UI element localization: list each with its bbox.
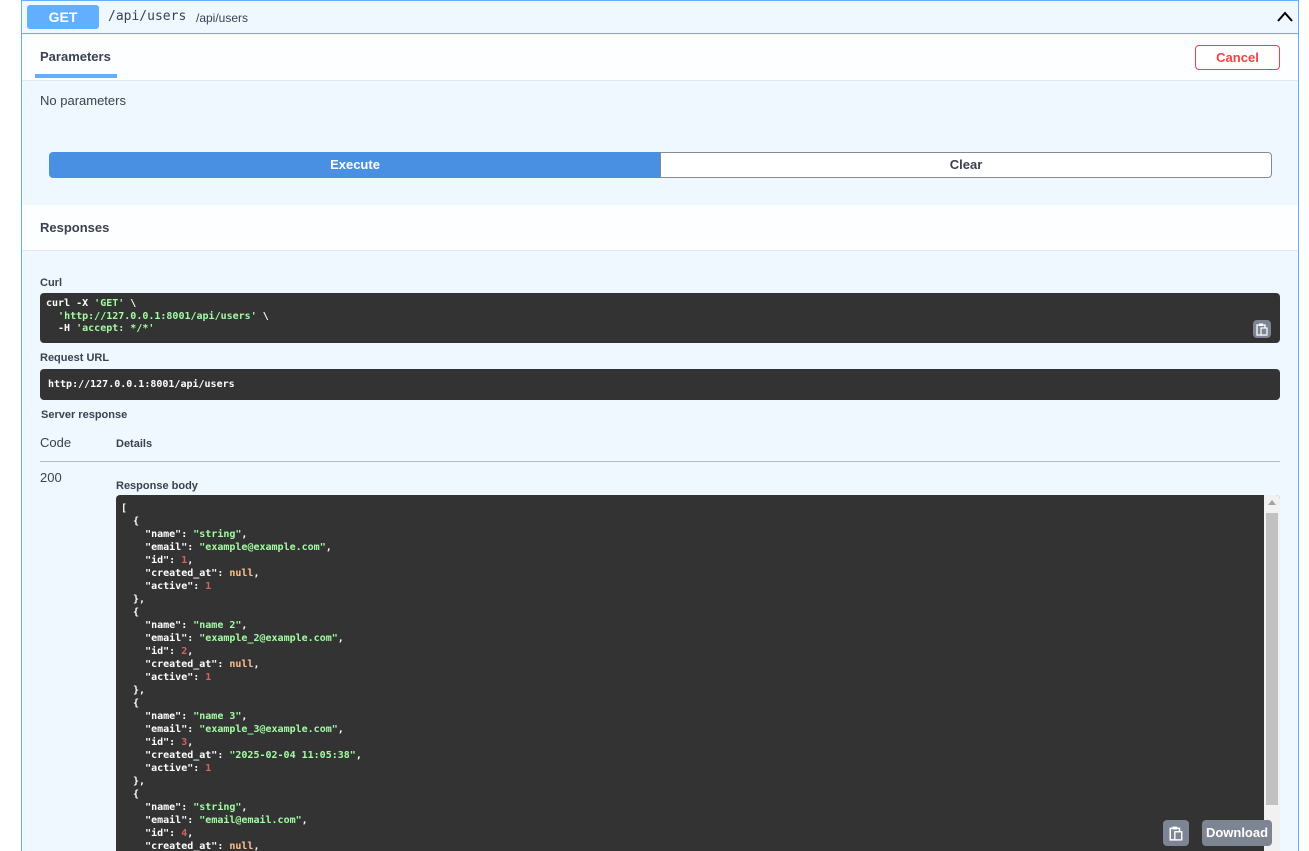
operation-description: /api/users xyxy=(196,11,249,25)
curl-header: 'accept: */*' xyxy=(76,323,155,334)
execute-button[interactable]: Execute xyxy=(49,152,661,178)
scroll-up-arrow-icon[interactable] xyxy=(1268,500,1276,505)
no-parameters-text: No parameters xyxy=(40,93,126,108)
responses-title: Responses xyxy=(40,220,110,235)
request-url-label: Request URL xyxy=(40,352,110,364)
curl-flag: -H xyxy=(46,323,77,334)
operation-path: /api/users xyxy=(108,9,187,24)
curl-command[interactable]: curl -X 'GET' \ 'http://127.0.0.1:8001/a… xyxy=(40,293,1280,343)
cancel-button[interactable]: Cancel xyxy=(1195,45,1280,70)
clear-button[interactable]: Clear xyxy=(660,152,1272,178)
operation-summary[interactable]: GET /api/users /api/users xyxy=(22,1,1298,34)
chevron-up-icon[interactable] xyxy=(1276,10,1294,24)
copy-curl-button[interactable] xyxy=(1253,320,1271,338)
curl-url: 'http://127.0.0.1:8001/api/users' xyxy=(58,310,257,322)
clipboard-icon xyxy=(1169,826,1183,841)
curl-tail-2: \ xyxy=(256,310,269,322)
curl-tail-1: \ xyxy=(124,298,137,309)
details-column-header: Details xyxy=(116,438,153,450)
download-button[interactable]: Download xyxy=(1202,820,1272,846)
tab-parameters[interactable]: Parameters xyxy=(40,49,111,64)
status-code: 200 xyxy=(40,470,62,485)
tab-active-indicator xyxy=(35,74,117,78)
server-response-label: Server response xyxy=(41,409,128,421)
scrollbar-thumb[interactable] xyxy=(1266,513,1278,805)
method-badge: GET xyxy=(27,5,99,29)
request-url[interactable]: http://127.0.0.1:8001/api/users xyxy=(40,369,1280,400)
clipboard-icon xyxy=(1256,323,1268,336)
response-body-label: Response body xyxy=(116,480,198,492)
code-column-header: Code xyxy=(40,435,72,450)
parameters-header: Parameters Cancel xyxy=(22,35,1298,81)
curl-method: 'GET' xyxy=(94,298,125,309)
copy-response-button[interactable] xyxy=(1163,820,1189,846)
response-body-json: [ { "name": "string", "email": "example@… xyxy=(121,503,362,851)
responses-header: Responses xyxy=(22,205,1298,251)
execute-wrapper: Execute Clear xyxy=(49,152,1272,178)
curl-label: Curl xyxy=(40,277,62,289)
response-body[interactable]: [ { "name": "string", "email": "example@… xyxy=(116,495,1280,851)
operation-block: GET /api/users /api/users Parameters Can… xyxy=(21,0,1299,851)
curl-cmd: curl -X xyxy=(46,298,95,309)
table-divider xyxy=(40,461,1280,462)
